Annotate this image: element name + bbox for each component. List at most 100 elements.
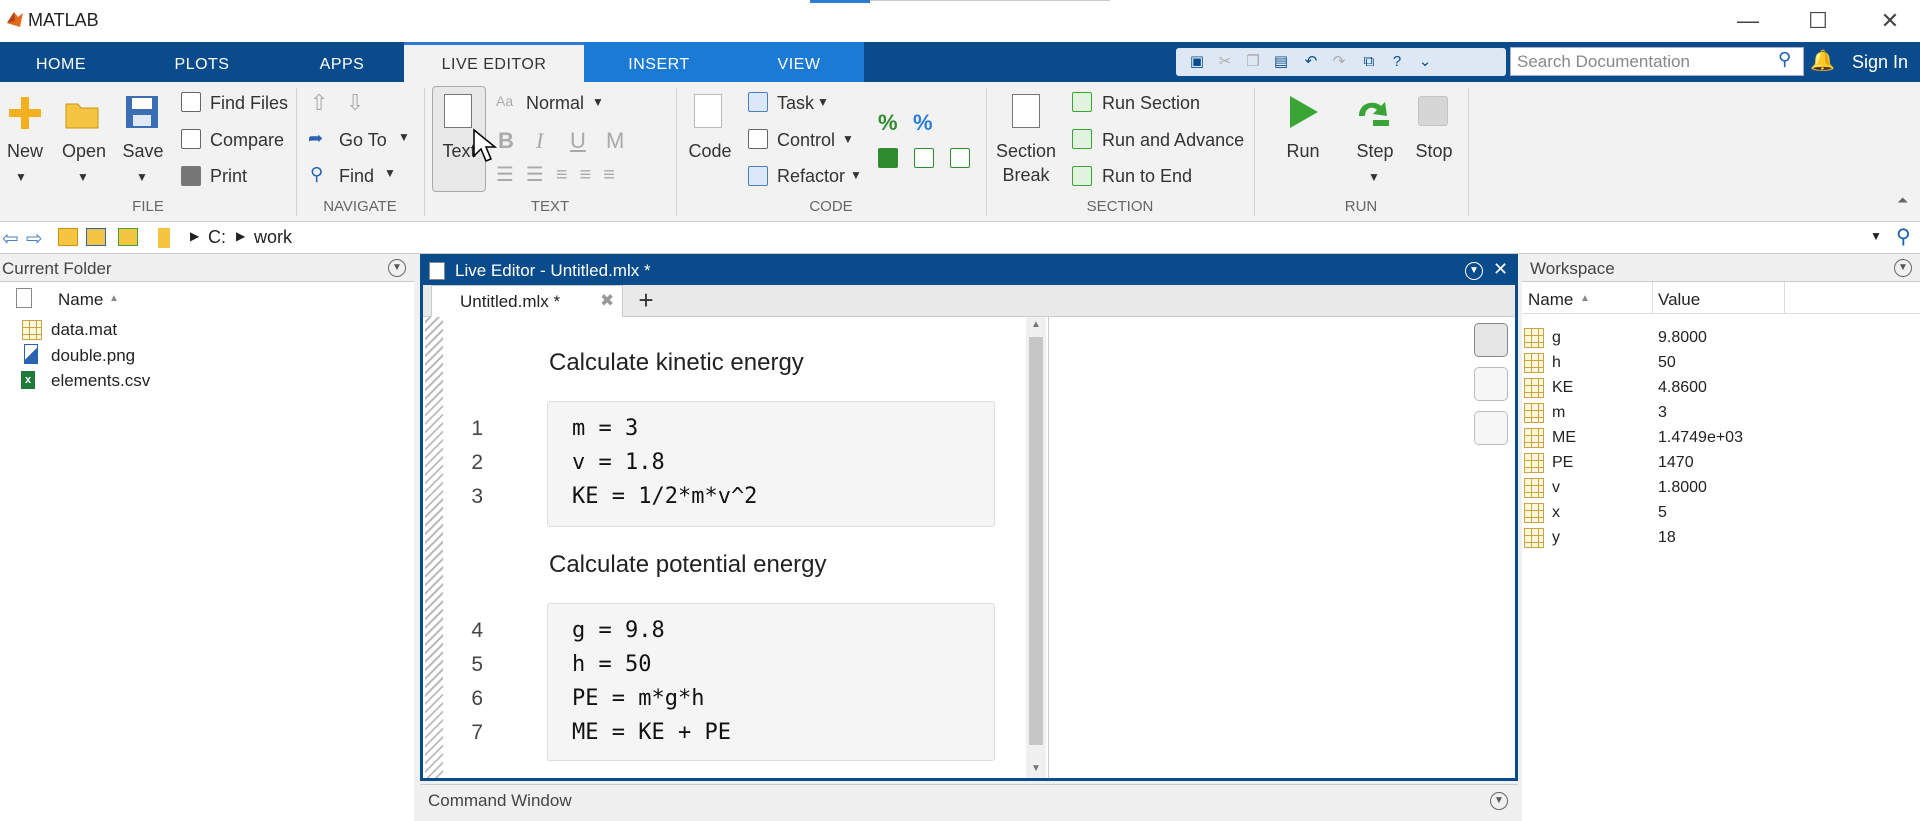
find-files-button[interactable]: Find Files xyxy=(210,93,288,114)
refactor-button[interactable]: Refactor xyxy=(777,166,845,187)
code-line[interactable]: ME = KE + PE xyxy=(572,720,731,745)
control-dropdown-icon[interactable]: ▼ xyxy=(842,132,854,146)
style-dropdown-icon[interactable]: ▼ xyxy=(592,95,604,109)
workspace-name-column[interactable]: Name xyxy=(1528,290,1573,310)
tab-plots[interactable]: PLOTS xyxy=(122,42,282,82)
code-block-1[interactable]: m = 3 v = 1.8 KE = 1/2*m*v^2 xyxy=(547,401,995,527)
run-section-button[interactable]: Run Section xyxy=(1102,93,1200,114)
search-documentation-input[interactable]: Search Documentation xyxy=(1510,47,1804,76)
workspace-menu-icon[interactable]: ▼ xyxy=(1894,259,1912,277)
file-data-mat[interactable]: data.mat xyxy=(51,320,117,340)
step-dropdown-icon[interactable]: ▼ xyxy=(1368,166,1380,188)
forward-icon[interactable]: ⇨ xyxy=(26,226,43,251)
paste-icon[interactable]: ▤ xyxy=(1270,52,1292,72)
new-dropdown-icon[interactable]: ▼ xyxy=(15,166,27,188)
maximize-button[interactable]: ☐ xyxy=(1798,6,1838,36)
style-dropdown[interactable]: Normal xyxy=(526,93,584,114)
workspace-row[interactable]: KE 4.8600 xyxy=(1522,378,1920,403)
switch-windows-icon[interactable]: ⧉ xyxy=(1358,52,1380,72)
italic-button[interactable]: I xyxy=(536,128,543,154)
code-line[interactable]: g = 9.8 xyxy=(572,618,665,643)
code-block-2[interactable]: g = 9.8 h = 50 PE = m*g*h ME = KE + PE xyxy=(547,603,995,761)
compare-button[interactable]: Compare xyxy=(210,130,284,151)
go-to-button[interactable]: Go To xyxy=(339,130,387,151)
underline-button[interactable]: U xyxy=(570,128,586,154)
section-break-button-line1[interactable]: Section xyxy=(994,140,1058,162)
list-align-icons[interactable]: ☰☰≡≡≡ xyxy=(496,162,627,187)
step-button[interactable]: Step xyxy=(1346,140,1404,162)
run-button[interactable]: Run xyxy=(1276,140,1330,162)
code-line[interactable]: h = 50 xyxy=(572,652,651,677)
stop-button[interactable]: Stop xyxy=(1408,140,1460,162)
qat-dropdown-icon[interactable]: ⌄ xyxy=(1414,52,1436,72)
task-dropdown-icon[interactable]: ▼ xyxy=(817,95,829,109)
path-folder[interactable]: work xyxy=(254,227,292,248)
scroll-down-icon[interactable]: ▼ xyxy=(1031,763,1041,774)
sign-in-link[interactable]: Sign In xyxy=(1852,52,1908,73)
increase-indent-icon[interactable] xyxy=(950,148,970,168)
code-button[interactable]: Code xyxy=(684,140,736,162)
editor-close-icon[interactable]: ✕ xyxy=(1493,259,1508,280)
tab-view[interactable]: VIEW xyxy=(734,42,864,82)
monospace-button[interactable]: M xyxy=(606,128,624,154)
path-dropdown-icon[interactable]: ▼ xyxy=(1870,229,1882,243)
workspace-row[interactable]: x5 xyxy=(1522,503,1920,528)
workspace-row[interactable]: m3 xyxy=(1522,403,1920,428)
open-button[interactable]: Open xyxy=(58,140,110,162)
minimize-button[interactable]: — xyxy=(1728,6,1768,36)
editor-tab[interactable]: Untitled.mlx * ✖ xyxy=(431,285,623,317)
section-break-button-line2[interactable]: Break xyxy=(994,164,1058,186)
cut-icon[interactable]: ✂ xyxy=(1214,52,1236,72)
code-line[interactable]: v = 1.8 xyxy=(572,450,665,475)
run-and-advance-button[interactable]: Run and Advance xyxy=(1102,130,1244,151)
workspace-row[interactable]: h 50 xyxy=(1522,353,1920,378)
bold-button[interactable]: B xyxy=(498,128,514,154)
task-button[interactable]: Task xyxy=(777,93,814,114)
text-line-potential[interactable]: Calculate potential energy xyxy=(549,551,827,579)
code-line[interactable]: m = 3 xyxy=(572,416,638,441)
search-folder-icon[interactable] xyxy=(118,228,138,246)
back-icon[interactable]: ⇦ xyxy=(2,226,19,251)
scroll-up-icon[interactable]: ▲ xyxy=(1031,319,1041,330)
code-line[interactable]: PE = m*g*h xyxy=(572,686,704,711)
find-dropdown-icon[interactable]: ▼ xyxy=(384,166,396,180)
workspace-row[interactable]: y 18 xyxy=(1522,528,1920,553)
control-button[interactable]: Control xyxy=(777,130,835,151)
wrap-comments-icon[interactable] xyxy=(878,148,898,168)
tab-apps[interactable]: APPS xyxy=(282,42,402,82)
undo-icon[interactable]: ↶ xyxy=(1300,52,1322,72)
redo-icon[interactable]: ↷ xyxy=(1328,52,1350,72)
workspace-row[interactable]: PE 1470 xyxy=(1522,453,1920,478)
up-folder-icon[interactable] xyxy=(58,228,78,246)
workspace-row[interactable]: v 1.8000 xyxy=(1522,478,1920,503)
command-window-menu-icon[interactable]: ▼ xyxy=(1490,792,1508,810)
name-column-header[interactable]: Name xyxy=(58,290,103,310)
go-to-dropdown-icon[interactable]: ▼ xyxy=(398,130,410,144)
workspace-row[interactable]: g 9.8000 xyxy=(1522,328,1920,353)
text-line-kinetic[interactable]: Calculate kinetic energy xyxy=(549,349,804,377)
bell-icon[interactable]: 🔔 xyxy=(1810,48,1835,73)
hide-code-icon[interactable] xyxy=(1474,411,1508,445)
uncomment-icon[interactable]: % xyxy=(913,110,933,136)
save-icon[interactable]: ▣ xyxy=(1186,52,1208,72)
help-icon[interactable]: ? xyxy=(1386,52,1408,72)
copy-icon[interactable]: ❐ xyxy=(1242,52,1264,72)
path-drive[interactable]: C: xyxy=(208,227,226,248)
refactor-dropdown-icon[interactable]: ▼ xyxy=(850,168,862,182)
run-to-end-button[interactable]: Run to End xyxy=(1102,166,1192,187)
tab-insert[interactable]: INSERT xyxy=(584,42,734,82)
save-dropdown-icon[interactable]: ▼ xyxy=(136,166,148,188)
close-button[interactable]: ✕ xyxy=(1870,6,1910,36)
code-line[interactable]: KE = 1/2*m*v^2 xyxy=(572,484,757,509)
file-elements-csv[interactable]: elements.csv xyxy=(51,371,150,391)
save-button[interactable]: Save xyxy=(118,140,168,162)
open-dropdown-icon[interactable]: ▼ xyxy=(77,166,89,188)
search-icon[interactable]: ⚲ xyxy=(1778,49,1791,70)
tab-live-editor[interactable]: LIVE EDITOR xyxy=(404,42,584,82)
back-arrow-icon[interactable]: ⇧ xyxy=(310,90,328,116)
workspace-row[interactable]: ME 1.4749e+03 xyxy=(1522,428,1920,453)
editor-scrollbar[interactable]: ▲ ▼ xyxy=(1026,317,1046,778)
file-double-png[interactable]: double.png xyxy=(51,346,135,366)
browse-folder-icon[interactable] xyxy=(86,228,106,246)
comment-icon[interactable]: % xyxy=(878,110,898,136)
